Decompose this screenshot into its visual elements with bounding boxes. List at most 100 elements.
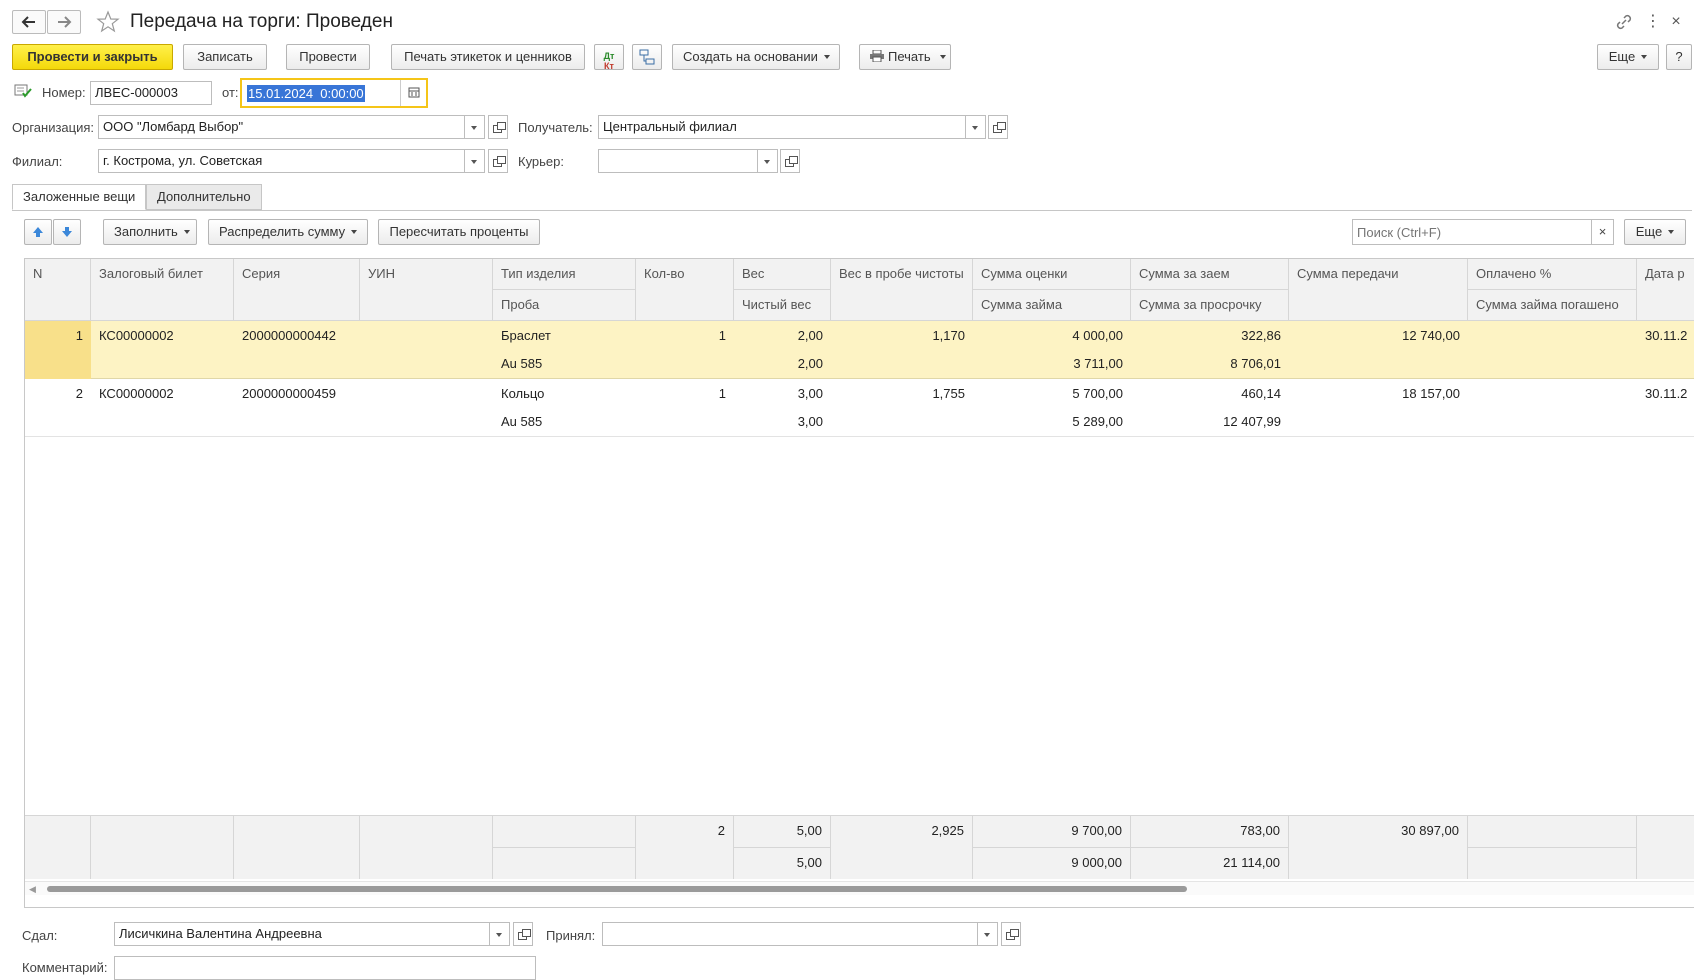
col-header-weight[interactable]: Вес <box>734 259 831 290</box>
recalc-percent-button[interactable]: Пересчитать проценты <box>378 219 540 245</box>
handed-dropdown[interactable] <box>490 922 510 946</box>
cell-pure-weight[interactable]: 1,170 <box>831 321 973 351</box>
col-header-appraisal[interactable]: Сумма оценки <box>973 259 1131 290</box>
cell-ticket[interactable]: КС00000002 <box>91 321 234 351</box>
cell-probe[interactable]: Au 585 <box>493 349 636 379</box>
cell-appraisal[interactable]: 5 700,00 <box>973 379 1131 409</box>
courier-dropdown[interactable] <box>758 149 778 173</box>
table-row[interactable]: 2 КС00000002 2000000000459 Кольцо Au 585… <box>25 379 1694 437</box>
cell-loan-fee[interactable]: 322,86 <box>1131 321 1289 351</box>
structure-button[interactable] <box>632 44 662 70</box>
cell-loan[interactable]: 3 711,00 <box>973 349 1131 379</box>
cell-overdue[interactable]: 12 407,99 <box>1131 407 1289 437</box>
post-button[interactable]: Провести <box>286 44 370 70</box>
col-header-qty[interactable]: Кол-во <box>636 259 734 321</box>
create-based-on-button[interactable]: Создать на основании <box>672 44 840 70</box>
scroll-left-arrow[interactable]: ◀ <box>29 884 36 895</box>
cell-type[interactable]: Браслет <box>493 321 636 351</box>
cell-loan-fee[interactable]: 460,14 <box>1131 379 1289 409</box>
cell-type[interactable]: Кольцо <box>493 379 636 409</box>
close-icon[interactable]: × <box>1668 12 1684 32</box>
col-header-uin[interactable]: УИН <box>360 259 493 321</box>
branch-field[interactable]: г. Кострома, ул. Советская <box>98 149 465 173</box>
cell-ticket[interactable]: КС00000002 <box>91 379 234 409</box>
table-row[interactable]: 1 КС00000002 2000000000442 Браслет Au 58… <box>25 321 1694 379</box>
back-button[interactable] <box>12 10 46 34</box>
col-header-loan-repaid[interactable]: Сумма займа погашено <box>1468 290 1637 321</box>
cell-date[interactable]: 30.11.2 <box>1637 321 1694 351</box>
date-field[interactable]: 15.01.2024 0:00:00 <box>247 85 365 102</box>
cell-transfer[interactable]: 18 157,00 <box>1289 379 1468 409</box>
date-field-wrap[interactable]: 15.01.2024 0:00:00 <box>240 78 428 108</box>
post-and-close-button[interactable]: Провести и закрыть <box>12 44 173 70</box>
save-button[interactable]: Записать <box>183 44 267 70</box>
courier-open-button[interactable] <box>780 149 800 173</box>
col-header-transfer[interactable]: Сумма передачи <box>1289 259 1468 321</box>
recipient-open-button[interactable] <box>988 115 1008 139</box>
col-header-net-weight[interactable]: Чистый вес <box>734 290 831 321</box>
recipient-dropdown[interactable] <box>966 115 986 139</box>
cell-weight[interactable]: 2,00 <box>734 321 831 351</box>
branch-open-button[interactable] <box>488 149 508 173</box>
cell-net-weight[interactable]: 3,00 <box>734 407 831 437</box>
distribute-sum-button[interactable]: Распределить сумму <box>208 219 368 245</box>
print-labels-button[interactable]: Печать этикеток и ценников <box>391 44 585 70</box>
number-field[interactable]: ЛВЕС-000003 <box>90 81 212 105</box>
org-open-button[interactable] <box>488 115 508 139</box>
courier-field[interactable] <box>598 149 758 173</box>
items-table[interactable]: N Залоговый билет Серия УИН Тип изделия … <box>24 258 1694 908</box>
cell-date[interactable]: 30.11.2 <box>1637 379 1694 409</box>
cell-n[interactable]: 1 <box>25 321 91 351</box>
forward-button[interactable] <box>47 10 81 34</box>
col-header-overdue[interactable]: Сумма за просрочку <box>1131 290 1289 321</box>
help-button[interactable]: ? <box>1666 44 1692 70</box>
cell-pure-weight[interactable]: 1,755 <box>831 379 973 409</box>
move-up-button[interactable] <box>24 219 52 245</box>
favorite-button[interactable] <box>96 10 120 34</box>
scrollbar-thumb[interactable] <box>47 886 1187 892</box>
cell-weight[interactable]: 3,00 <box>734 379 831 409</box>
col-header-n[interactable]: N <box>25 259 91 321</box>
org-dropdown[interactable] <box>465 115 485 139</box>
link-button[interactable] <box>1614 12 1634 32</box>
cell-n[interactable]: 2 <box>25 379 91 409</box>
horizontal-scrollbar[interactable]: ◀ ▶ <box>25 881 1694 895</box>
branch-dropdown[interactable] <box>465 149 485 173</box>
clear-search-button[interactable]: × <box>1592 219 1614 245</box>
cell-probe[interactable]: Au 585 <box>493 407 636 437</box>
org-field[interactable]: ООО "Ломбард Выбор" <box>98 115 465 139</box>
tab-additional[interactable]: Дополнительно <box>146 184 262 210</box>
cell-loan[interactable]: 5 289,00 <box>973 407 1131 437</box>
cell-transfer[interactable]: 12 740,00 <box>1289 321 1468 351</box>
col-header-paid-pct[interactable]: Оплачено % <box>1468 259 1637 290</box>
handed-open-button[interactable] <box>513 922 533 946</box>
table-more-button[interactable]: Еще <box>1624 219 1686 245</box>
print-button[interactable]: Печать <box>859 44 951 70</box>
accepted-field[interactable] <box>602 922 978 946</box>
accepted-open-button[interactable] <box>1001 922 1021 946</box>
cell-series[interactable]: 2000000000442 <box>234 321 360 351</box>
handed-field[interactable]: Лисичкина Валентина Андреевна <box>114 922 490 946</box>
calendar-icon[interactable] <box>400 80 426 106</box>
cell-overdue[interactable]: 8 706,01 <box>1131 349 1289 379</box>
dt-kt-button[interactable]: Дт Кт <box>594 44 624 71</box>
accepted-dropdown[interactable] <box>978 922 998 946</box>
more-button[interactable]: Еще <box>1597 44 1659 70</box>
col-header-type[interactable]: Тип изделия <box>493 259 636 290</box>
search-input[interactable] <box>1352 219 1592 245</box>
col-header-loan[interactable]: Сумма займа <box>973 290 1131 321</box>
cell-appraisal[interactable]: 4 000,00 <box>973 321 1131 351</box>
more-vert-icon[interactable]: ⋮ <box>1645 12 1661 32</box>
comment-field[interactable] <box>114 956 536 980</box>
col-header-pure-weight[interactable]: Вес в пробе чистоты <box>831 259 973 321</box>
col-header-probe[interactable]: Проба <box>493 290 636 321</box>
cell-net-weight[interactable]: 2,00 <box>734 349 831 379</box>
move-down-button[interactable] <box>53 219 81 245</box>
col-header-series[interactable]: Серия <box>234 259 360 321</box>
tab-pledged-items[interactable]: Заложенные вещи <box>12 184 147 210</box>
recipient-field[interactable]: Центральный филиал <box>598 115 966 139</box>
cell-qty[interactable]: 1 <box>636 379 734 409</box>
col-header-loan-fee[interactable]: Сумма за заем <box>1131 259 1289 290</box>
cell-qty[interactable]: 1 <box>636 321 734 351</box>
col-header-ticket[interactable]: Залоговый билет <box>91 259 234 321</box>
